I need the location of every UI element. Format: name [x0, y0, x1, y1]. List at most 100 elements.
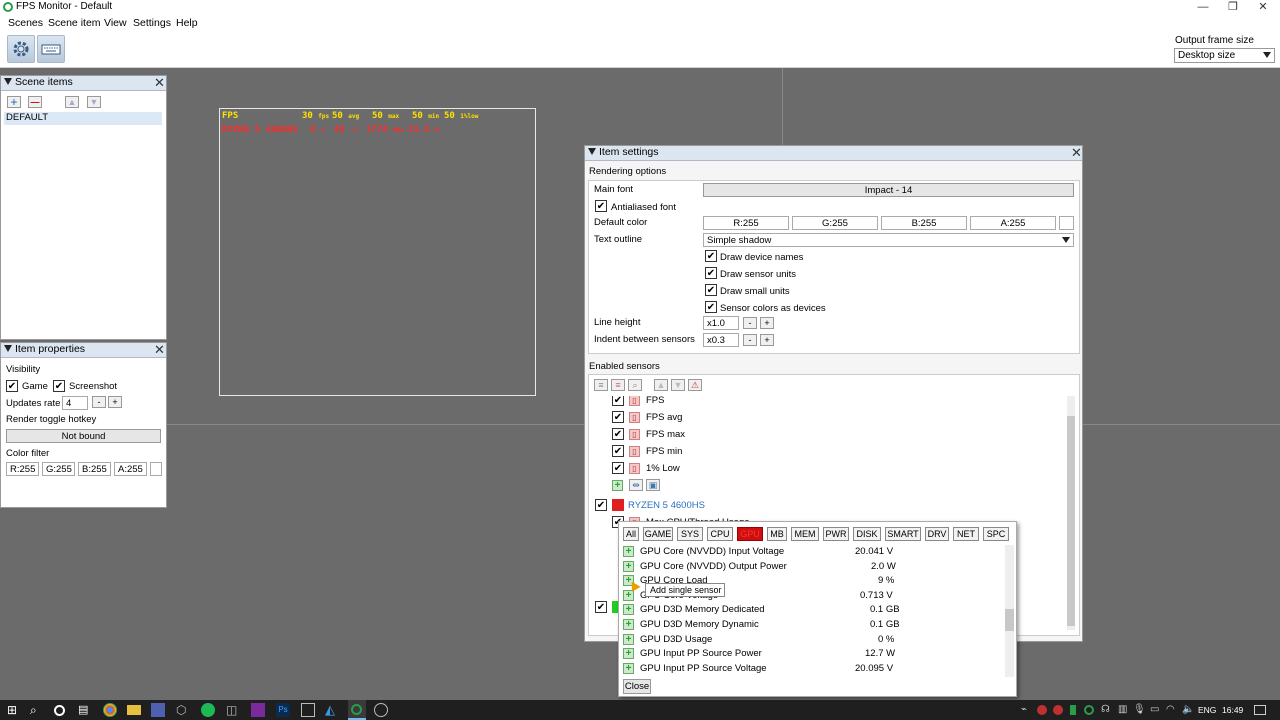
settings-icon[interactable]: ▣ [646, 479, 660, 491]
antialiased-checkbox[interactable]: ✔ [595, 200, 607, 212]
color-filter-b[interactable]: B:255 [78, 462, 111, 476]
category-pwr[interactable]: PWR [823, 527, 849, 541]
device-row-ryzen[interactable]: ✔ RYZEN 5 4600HS [590, 497, 1060, 514]
warning-icon[interactable]: ⚠ [688, 379, 702, 391]
fps-monitor-taskbar-icon[interactable] [348, 700, 366, 720]
delete-sensor-icon[interactable]: ▯ [629, 463, 640, 474]
color-filter-swatch[interactable] [150, 462, 162, 476]
sensor-row-fps-min[interactable]: ✔ ▯ FPS min [590, 443, 1060, 460]
sensor-colors-checkbox[interactable]: ✔ [705, 301, 717, 313]
device-checkbox[interactable]: ✔ [595, 499, 607, 511]
category-drv[interactable]: DRV [925, 527, 949, 541]
add-sensor-icon[interactable]: + [623, 561, 634, 572]
sensors-scrollbar[interactable] [1067, 396, 1075, 630]
category-cpu[interactable]: CPU [707, 527, 733, 541]
close-popup-button[interactable]: Close [623, 679, 651, 694]
tray-icon[interactable] [1070, 705, 1076, 715]
headset-icon[interactable]: ☊ [1101, 703, 1115, 717]
move-down-icon[interactable]: ▼ [671, 379, 685, 391]
tray-icon[interactable]: ⌁ [1021, 703, 1035, 717]
indent-input[interactable]: x0.3 [703, 333, 739, 347]
tray-icon[interactable] [1037, 705, 1047, 715]
chrome-icon[interactable] [103, 703, 117, 717]
app-icon[interactable] [251, 703, 265, 717]
tray-icon[interactable] [1053, 705, 1063, 715]
volume-icon[interactable]: 🔈 [1182, 703, 1196, 717]
sensor-checkbox[interactable]: ✔ [612, 445, 624, 457]
language-indicator[interactable]: ENG [1198, 705, 1216, 715]
updates-rate-increment[interactable]: + [108, 396, 122, 408]
split-icon[interactable]: ⇹ [629, 479, 643, 491]
draw-sensor-units-checkbox[interactable]: ✔ [705, 267, 717, 279]
screenshot-checkbox[interactable]: ✔ [53, 380, 65, 392]
picker-item[interactable]: + GPU D3D Usage 0 % [619, 633, 1004, 647]
vscode-icon[interactable]: ◭ [325, 703, 339, 717]
clock[interactable]: 16:49 [1222, 705, 1243, 715]
maximize-button[interactable]: ❐ [1218, 0, 1248, 15]
game-checkbox[interactable]: ✔ [6, 380, 18, 392]
menu-help[interactable]: Help [176, 17, 198, 29]
picker-item[interactable]: + GPU Core (NVVDD) Output Power 2.0 W [619, 560, 1004, 574]
close-item-settings-button[interactable]: ✕ [1071, 146, 1082, 159]
updates-rate-decrement[interactable]: - [92, 396, 106, 408]
add-sensor-icon[interactable]: + [623, 663, 634, 674]
close-scene-items-button[interactable]: ✕ [154, 76, 165, 89]
move-down-button[interactable]: ▼ [87, 96, 101, 108]
menu-scenes[interactable]: Scenes [8, 17, 43, 29]
picker-item[interactable]: + GPU D3D Memory Dynamic 0.1 GB [619, 618, 1004, 632]
add-sensor-icon[interactable]: + [612, 480, 623, 491]
color-filter-g[interactable]: G:255 [42, 462, 75, 476]
search-icon[interactable]: ⌕ [628, 379, 642, 391]
hotkey-button[interactable]: Not bound [6, 429, 161, 443]
line-height-decrement[interactable]: - [743, 317, 757, 329]
sensor-row-fps[interactable]: ✔ ▯ FPS [590, 396, 1060, 409]
picker-item[interactable]: + GPU Input PP Source Power 12.7 W [619, 647, 1004, 661]
hotkeys-button[interactable] [37, 35, 65, 63]
category-smart[interactable]: SMART [885, 527, 921, 541]
default-color-swatch[interactable] [1059, 216, 1074, 230]
delete-sensor-icon[interactable]: ▯ [629, 446, 640, 457]
collapse-all-icon[interactable]: ≡ [611, 379, 625, 391]
picker-item[interactable]: + GPU Core (NVVDD) Input Voltage 20.041 … [619, 545, 1004, 559]
add-sensor-icon[interactable]: + [623, 648, 634, 659]
device-checkbox[interactable]: ✔ [595, 601, 607, 613]
default-color-r[interactable]: R:255 [703, 216, 789, 230]
notifications-icon[interactable] [1254, 705, 1266, 715]
sensor-checkbox[interactable]: ✔ [612, 411, 624, 423]
category-mb[interactable]: MB [767, 527, 787, 541]
text-outline-select[interactable]: Simple shadow [703, 233, 1074, 247]
line-height-input[interactable]: x1.0 [703, 316, 739, 330]
photoshop-icon[interactable]: Ps [276, 703, 290, 717]
tray-icon[interactable] [1084, 705, 1094, 715]
close-window-button[interactable]: ✕ [1248, 0, 1278, 15]
add-sensor-icon[interactable]: + [623, 604, 634, 615]
color-filter-r[interactable]: R:255 [6, 462, 39, 476]
category-sys[interactable]: SYS [677, 527, 703, 541]
picker-item[interactable]: + GPU Input PP Source Voltage 20.095 V [619, 662, 1004, 676]
default-color-g[interactable]: G:255 [792, 216, 878, 230]
wifi-icon[interactable]: ◠ [1166, 703, 1180, 717]
sensor-row-1-low[interactable]: ✔ ▯ 1% Low [590, 460, 1060, 477]
move-up-button[interactable]: ▲ [65, 96, 79, 108]
spotify-icon[interactable] [201, 703, 215, 717]
sensor-checkbox[interactable]: ✔ [612, 396, 624, 406]
cortana-icon[interactable] [54, 705, 65, 716]
sensor-checkbox[interactable]: ✔ [612, 428, 624, 440]
category-mem[interactable]: MEM [791, 527, 819, 541]
scene-item-default[interactable]: DEFAULT [4, 112, 162, 125]
delete-sensor-icon[interactable]: ▯ [629, 396, 640, 406]
main-font-button[interactable]: Impact - 14 [703, 183, 1074, 197]
category-game[interactable]: GAME [643, 527, 673, 541]
draw-small-units-checkbox[interactable]: ✔ [705, 284, 717, 296]
remove-item-button[interactable]: — [28, 96, 42, 108]
expand-all-icon[interactable]: ≡ [594, 379, 608, 391]
task-view-icon[interactable]: ▤ [78, 703, 92, 717]
output-frame-size-select[interactable]: Desktop size [1174, 48, 1275, 63]
indent-decrement[interactable]: - [743, 334, 757, 346]
sensor-checkbox[interactable]: ✔ [612, 462, 624, 474]
close-item-properties-button[interactable]: ✕ [154, 343, 165, 356]
preview-frame[interactable]: FPS 30 fps 50 avg 50 max 50 min 50 1%low… [219, 108, 536, 396]
category-spc[interactable]: SPC [983, 527, 1009, 541]
picker-item[interactable]: + GPU D3D Memory Dedicated 0.1 GB [619, 603, 1004, 617]
device-color-swatch[interactable] [612, 499, 624, 511]
